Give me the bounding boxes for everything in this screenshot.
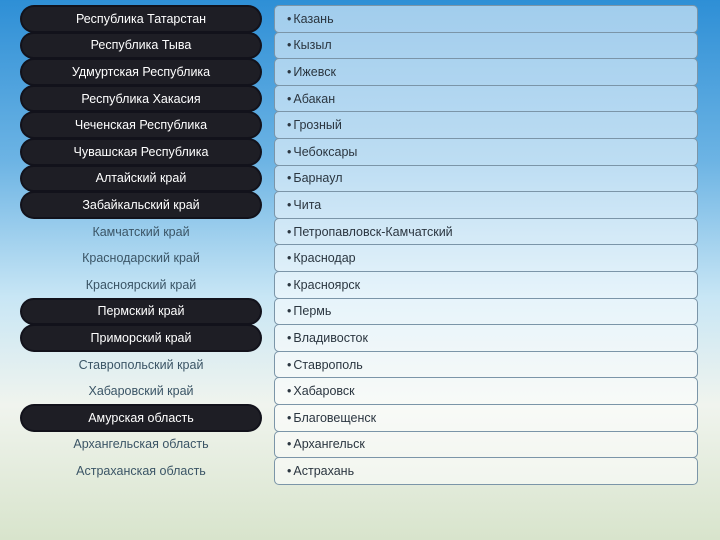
table-row: Республика Татарстан Казань xyxy=(20,5,698,33)
city-cell: Кызыл xyxy=(274,32,698,60)
table-row: Пермский край Пермь xyxy=(20,298,698,326)
region-cell: Республика Тыва xyxy=(20,32,262,60)
table-row: Приморский край Владивосток xyxy=(20,324,698,352)
table-row: Алтайский край Барнаул xyxy=(20,165,698,193)
city-cell: Грозный xyxy=(274,111,698,139)
table-row: Камчатский край Петропавловск-Камчатский xyxy=(20,218,698,246)
city-cell: Абакан xyxy=(274,85,698,113)
region-cell: Камчатский край xyxy=(20,218,262,246)
region-cell: Хабаровский край xyxy=(20,377,262,405)
city-cell: Барнаул xyxy=(274,165,698,193)
table-row: Забайкальский край Чита xyxy=(20,191,698,219)
region-cell: Архангельская область xyxy=(20,431,262,459)
region-cell: Красноярский край xyxy=(20,271,262,299)
region-cell: Астраханская область xyxy=(20,457,262,485)
region-cell: Ставропольский край xyxy=(20,351,262,379)
table-row: Амурская область Благовещенск xyxy=(20,404,698,432)
region-cell: Удмуртская Республика xyxy=(20,58,262,86)
region-city-table: Республика ТатарстанКазаньРеспублика Тыв… xyxy=(20,5,698,484)
table-row: Краснодарский край Краснодар xyxy=(20,244,698,272)
table-row: Астраханская область Астрахань xyxy=(20,457,698,485)
region-cell: Республика Татарстан xyxy=(20,5,262,33)
city-cell: Чебоксары xyxy=(274,138,698,166)
city-cell: Пермь xyxy=(274,298,698,326)
city-cell: Казань xyxy=(274,5,698,33)
city-cell: Архангельск xyxy=(274,431,698,459)
table-row: Чеченская Республика Грозный xyxy=(20,111,698,139)
table-row: Архангельская область Архангельск xyxy=(20,431,698,459)
city-cell: Ставрополь xyxy=(274,351,698,379)
city-cell: Владивосток xyxy=(274,324,698,352)
region-cell: Чувашская Республика xyxy=(20,138,262,166)
region-cell: Приморский край xyxy=(20,324,262,352)
city-cell: Астрахань xyxy=(274,457,698,485)
table-row: Чувашская Республика Чебоксары xyxy=(20,138,698,166)
region-cell: Амурская область xyxy=(20,404,262,432)
city-cell: Благовещенск xyxy=(274,404,698,432)
city-cell: Красноярск xyxy=(274,271,698,299)
region-cell: Республика Хакасия xyxy=(20,85,262,113)
region-cell: Алтайский край xyxy=(20,165,262,193)
table-row: Красноярский край Красноярск xyxy=(20,271,698,299)
region-cell: Забайкальский край xyxy=(20,191,262,219)
region-cell: Краснодарский край xyxy=(20,244,262,272)
city-cell: Чита xyxy=(274,191,698,219)
city-cell: Ижевск xyxy=(274,58,698,86)
table-row: Республика Тыва Кызыл xyxy=(20,32,698,60)
table-row: Хабаровский край Хабаровск xyxy=(20,377,698,405)
city-cell: Хабаровск xyxy=(274,377,698,405)
table-row: Республика Хакасия Абакан xyxy=(20,85,698,113)
table-row: Ставропольский край Ставрополь xyxy=(20,351,698,379)
city-cell: Петропавловск-Камчатский xyxy=(274,218,698,246)
table-row: Удмуртская Республика Ижевск xyxy=(20,58,698,86)
region-cell: Пермский край xyxy=(20,298,262,326)
city-cell: Краснодар xyxy=(274,244,698,272)
region-cell: Чеченская Республика xyxy=(20,111,262,139)
